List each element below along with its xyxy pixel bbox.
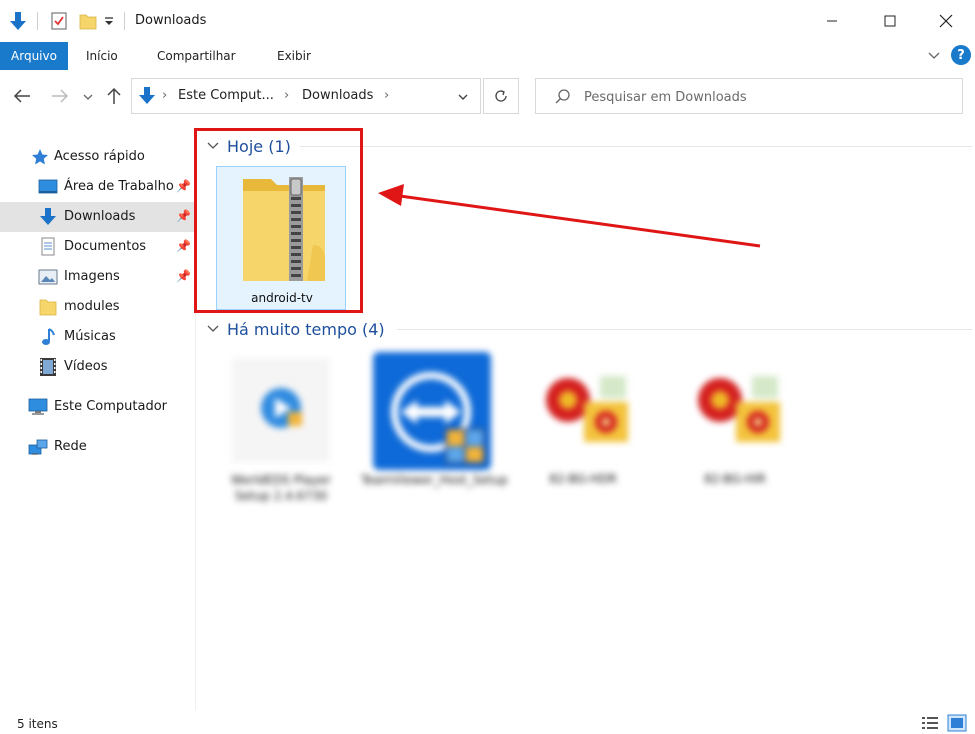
download-arrow-icon <box>40 208 56 225</box>
sidebar-item-label: Rede <box>54 439 87 454</box>
search-input[interactable] <box>584 87 944 107</box>
minimize-button[interactable] <box>803 0 861 42</box>
tab-inicio[interactable]: Início <box>86 42 118 70</box>
sidebar-item-label: Área de Trabalho <box>64 179 174 194</box>
refresh-icon <box>495 90 507 102</box>
refresh-button[interactable] <box>483 78 519 114</box>
maximize-button[interactable] <box>861 0 919 42</box>
image-file-icon <box>546 376 628 442</box>
up-arrow-icon[interactable] <box>105 86 123 106</box>
help-icon[interactable]: ? <box>951 45 971 65</box>
quick-access-dropdown-icon[interactable] <box>102 10 116 32</box>
item-count: 5 itens <box>17 717 58 731</box>
file-name: 82-BG-HIR <box>704 472 766 486</box>
teamviewer-icon <box>373 352 491 470</box>
group-collapse-chevron-icon[interactable] <box>207 324 219 334</box>
desktop-icon <box>38 179 58 194</box>
navigation-bar: › Este Comput... › Downloads › <box>0 70 975 122</box>
window-title: Downloads <box>135 13 207 28</box>
tab-arquivo[interactable]: Arquivo <box>0 42 68 70</box>
sidebar-item-este-computador[interactable]: Este Computador <box>0 392 196 422</box>
pin-icon[interactable]: 📌 <box>176 239 191 253</box>
pin-icon[interactable]: 📌 <box>176 209 191 223</box>
back-arrow-icon[interactable] <box>12 87 32 105</box>
file-name: TeamViewer_Host_Setup <box>361 473 508 487</box>
address-bar[interactable]: › Este Comput... › Downloads › <box>131 78 481 114</box>
sidebar-item-label: modules <box>64 299 120 314</box>
sidebar-item-musicas[interactable]: Músicas <box>0 322 196 352</box>
separator <box>37 12 38 30</box>
title-bar: Downloads <box>0 0 975 42</box>
address-history-chevron-icon[interactable] <box>457 92 469 102</box>
recent-locations-chevron-icon[interactable] <box>82 92 94 102</box>
file-item-image-hdr[interactable]: 82-BG-HDR <box>518 350 648 494</box>
details-view-icon[interactable] <box>920 714 940 732</box>
download-arrow-icon <box>139 87 155 104</box>
separator <box>124 12 125 30</box>
sidebar-item-acesso-rapido[interactable]: Acesso rápido <box>0 142 196 172</box>
file-item-teamviewer-host-setup[interactable]: TeamViewer_Host_Setup <box>361 350 508 494</box>
group-divider <box>300 146 972 147</box>
pin-icon[interactable]: 📌 <box>176 269 191 283</box>
image-icon <box>38 269 58 285</box>
file-name: 82-BG-HDR <box>549 472 617 486</box>
music-note-icon <box>42 328 55 345</box>
breadcrumb-separator-icon: › <box>284 88 290 103</box>
expand-ribbon-chevron-icon[interactable] <box>927 48 941 62</box>
sidebar-item-rede[interactable]: Rede <box>0 432 196 462</box>
sidebar-item-label: Acesso rápido <box>54 149 145 164</box>
sidebar-item-area-de-trabalho[interactable]: Área de Trabalho 📌 <box>0 172 196 202</box>
sidebar-item-label: Vídeos <box>64 359 108 374</box>
maximize-icon <box>884 15 896 27</box>
large-icons-view-icon[interactable] <box>947 714 967 732</box>
close-button[interactable] <box>917 0 975 42</box>
sidebar-item-downloads[interactable]: Downloads 📌 <box>0 202 196 232</box>
tab-exibir[interactable]: Exibir <box>277 42 311 70</box>
download-arrow-icon[interactable] <box>8 10 28 32</box>
new-folder-icon[interactable] <box>78 10 98 32</box>
sidebar-item-imagens[interactable]: Imagens 📌 <box>0 262 196 292</box>
image-file-icon <box>698 376 780 442</box>
computer-icon <box>28 398 48 415</box>
sidebar-item-videos[interactable]: Vídeos <box>0 352 196 382</box>
star-icon <box>32 149 48 165</box>
media-player-setup-icon <box>232 358 330 462</box>
breadcrumb-separator-icon: › <box>162 88 168 103</box>
sidebar-item-label: Imagens <box>64 269 120 284</box>
file-item-media-player-setup[interactable]: WorldEDS Player Setup 2.4.6730 <box>216 350 346 503</box>
navigation-pane: Acesso rápido Área de Trabalho 📌 Downloa… <box>0 130 196 710</box>
ribbon-controls: ? <box>927 45 975 65</box>
minimize-icon <box>827 20 837 22</box>
file-name: WorldEDS Player Setup 2.4.6730 <box>231 473 331 503</box>
network-icon <box>28 439 48 455</box>
sidebar-item-label: Downloads <box>64 209 136 224</box>
breadcrumb-separator-icon: › <box>384 88 390 103</box>
file-item-image-hir[interactable]: 82-BG-HIR <box>670 350 800 494</box>
search-box[interactable] <box>535 78 963 114</box>
group-header-ha-muito-tempo[interactable]: Há muito tempo (4) <box>207 317 385 341</box>
sidebar-item-label: Documentos <box>64 239 147 254</box>
breadcrumb-downloads[interactable]: Downloads <box>302 88 373 103</box>
sidebar-item-documentos[interactable]: Documentos 📌 <box>0 232 196 262</box>
pin-icon[interactable]: 📌 <box>176 179 191 193</box>
properties-icon[interactable] <box>50 10 68 32</box>
film-icon <box>40 358 56 376</box>
ribbon-tabs: Arquivo Início Compartilhar Exibir ? <box>0 42 975 70</box>
group-label: Há muito tempo (4) <box>227 319 385 339</box>
forward-arrow-icon[interactable] <box>50 87 70 105</box>
annotation-highlight-box <box>194 128 363 313</box>
sidebar-item-label: Músicas <box>64 329 116 344</box>
document-icon <box>41 237 55 256</box>
sidebar-item-label: Este Computador <box>54 399 168 414</box>
group-divider <box>397 329 972 330</box>
status-bar: 5 itens <box>0 712 975 734</box>
tab-compartilhar[interactable]: Compartilhar <box>157 42 236 70</box>
search-icon <box>555 89 570 104</box>
close-icon <box>939 14 953 28</box>
breadcrumb-este-computador[interactable]: Este Comput... <box>178 88 274 103</box>
folder-icon <box>39 299 57 316</box>
sidebar-item-modules[interactable]: modules <box>0 292 196 322</box>
